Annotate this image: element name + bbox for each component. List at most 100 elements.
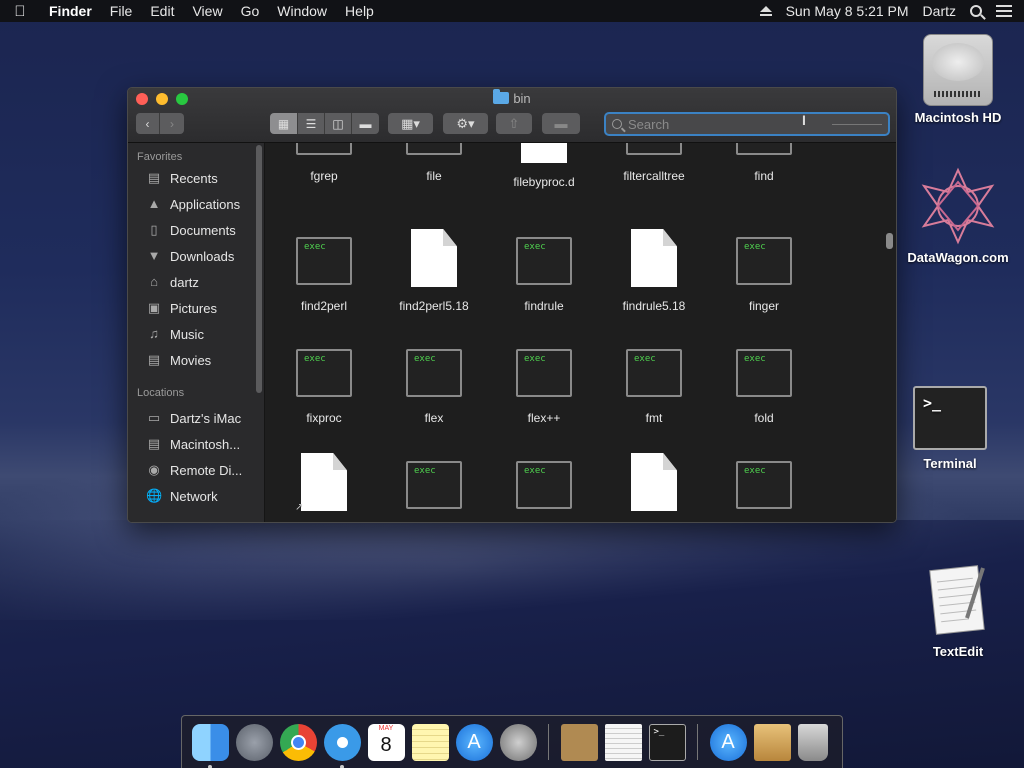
file-name: flex++ [527, 411, 561, 425]
back-button[interactable]: ‹ [136, 113, 160, 134]
file-item[interactable]: execfrom [709, 453, 819, 522]
menu-finder[interactable]: Finder [40, 3, 101, 19]
content-scrollbar[interactable] [886, 233, 893, 249]
file-item[interactable]: filebyproc.d [489, 143, 599, 189]
sidebar-item-pictures[interactable]: ▣ Pictures [128, 295, 264, 321]
sidebar-item-label: Applications [170, 196, 241, 212]
eject-icon[interactable] [759, 6, 772, 16]
sidebar-item-imac[interactable]: ▭ Dartz's iMac [128, 405, 264, 431]
installer-icon[interactable] [753, 723, 791, 761]
file-item[interactable]: findrule5.18 [599, 229, 709, 313]
chrome-icon[interactable] [279, 723, 317, 761]
desktop-icon-textedit[interactable]: TextEdit [910, 562, 1006, 659]
sidebar-item-remote-disc[interactable]: ◉ Remote Di... [128, 457, 264, 483]
document-icon [631, 229, 677, 287]
file-item[interactable]: exec file [379, 143, 489, 183]
terminal-icon[interactable]: >_ [648, 723, 686, 761]
file-item[interactable]: exec flex++ [489, 341, 599, 425]
executable-icon: exec [406, 349, 462, 397]
file-item[interactable]: exec fmt [599, 341, 709, 425]
menu-go[interactable]: Go [232, 3, 269, 19]
executable-icon: exec [296, 349, 352, 397]
executable-icon: exec [626, 349, 682, 397]
desktop-icon-terminal[interactable]: >_ Terminal [902, 386, 998, 471]
document-icon [631, 453, 677, 511]
file-item[interactable]: exec filtercalltree [599, 143, 709, 183]
file-item[interactable]: exec fgrep [269, 143, 379, 183]
group-button[interactable]: ▦▾ [388, 113, 433, 134]
file-item[interactable]: exec finger [709, 229, 819, 313]
list-view-button[interactable]: ☰ [298, 113, 325, 134]
sidebar-item-applications[interactable]: ▲ Applications [128, 191, 264, 217]
file-item[interactable]: execfootprint [379, 453, 489, 522]
sidebar-scrollbar[interactable] [256, 145, 262, 393]
menu-help[interactable]: Help [336, 3, 383, 19]
file-item[interactable]: exec findrule [489, 229, 599, 313]
notes-icon[interactable] [411, 723, 449, 761]
sidebar-item-documents[interactable]: ▯ Documents [128, 217, 264, 243]
app-store-icon[interactable]: A [455, 723, 493, 761]
textedit-icon[interactable] [604, 723, 642, 761]
executable-icon: exec [406, 461, 462, 509]
launchpad-icon[interactable] [235, 723, 273, 761]
file-item[interactable]: exec fixproc [269, 341, 379, 425]
text-cursor-icon: I [802, 112, 806, 128]
file-item[interactable]: execformat-sql [489, 453, 599, 522]
applications-icon: ▲ [147, 196, 161, 211]
system-preferences-icon[interactable] [499, 723, 537, 761]
file-grid: exec fgrep exec file filebyproc.d exec filterc… [265, 143, 896, 522]
sidebar-item-macintosh-hd[interactable]: ▤ Macintosh... [128, 431, 264, 457]
apple-icon[interactable]:  [0, 3, 40, 20]
file-item[interactable]: ↗fontrestore [269, 453, 379, 522]
safari-icon[interactable] [323, 723, 361, 768]
tags-button[interactable]: ▬ [542, 113, 580, 134]
sidebar-item-downloads[interactable]: ▼ Downloads [128, 243, 264, 269]
notification-center-icon[interactable] [996, 5, 1012, 17]
desktop-icon-datawagon[interactable]: DataWagon.com [900, 166, 1016, 265]
dock-separator [548, 724, 549, 760]
menubar-clock[interactable]: Sun May 8 5:21 PM [786, 3, 909, 19]
file-item[interactable]: format-sql5.18 [599, 453, 709, 522]
menu-file[interactable]: File [101, 3, 142, 19]
exec-badge: exec [304, 354, 326, 364]
terminal-prompt: >_ [923, 394, 942, 412]
desktop-icon-macintosh-hd[interactable]: Macintosh HD [910, 34, 1006, 125]
search-input[interactable] [628, 116, 788, 132]
file-name: fmt [645, 411, 663, 425]
gallery-view-button[interactable]: ▬ [352, 113, 379, 134]
sidebar-header-locations: Locations [137, 387, 185, 399]
sidebar-item-network[interactable]: 🌐 Network [128, 483, 264, 509]
column-view-button[interactable]: ◫ [325, 113, 352, 134]
action-gear-button[interactable]: ⚙▾ [443, 113, 488, 134]
trash-icon[interactable] [797, 723, 828, 761]
menubar-user[interactable]: Dartz [923, 3, 956, 19]
finder-icon[interactable] [191, 723, 229, 768]
contacts-icon[interactable] [560, 723, 598, 761]
executable-icon: exec [516, 461, 572, 509]
calendar-icon[interactable]: MAY 8 [367, 723, 405, 761]
share-button[interactable]: ⇧ [496, 113, 532, 134]
dock: MAY 8 A >_ A [181, 715, 843, 768]
file-item[interactable]: find2perl5.18 [379, 229, 489, 313]
file-item[interactable]: exec flex [379, 341, 489, 425]
forward-button[interactable]: › [160, 113, 184, 134]
menu-view[interactable]: View [183, 3, 231, 19]
icon-view-button[interactable]: ▦ [270, 113, 298, 134]
sidebar-item-dartz[interactable]: ⌂ dartz [128, 269, 264, 295]
folder-icon [493, 89, 510, 104]
app-store-download-icon[interactable]: A [709, 723, 747, 761]
file-item[interactable]: exec find2perl [269, 229, 379, 313]
document-icon [301, 453, 347, 511]
menu-edit[interactable]: Edit [141, 3, 183, 19]
running-indicator [207, 764, 212, 768]
spotlight-icon[interactable] [970, 5, 982, 17]
remote-disc-icon: ◉ [148, 462, 160, 477]
document-icon [411, 229, 457, 287]
file-item[interactable]: exec fold [709, 341, 819, 425]
sidebar-item-recents[interactable]: ▤ Recents [128, 165, 264, 191]
sidebar-item-music[interactable]: ♫ Music [128, 321, 264, 347]
sidebar-item-movies[interactable]: ▤ Movies [128, 347, 264, 373]
menu-window[interactable]: Window [268, 3, 336, 19]
search-field[interactable] [604, 112, 890, 136]
file-item[interactable]: exec find [709, 143, 819, 183]
